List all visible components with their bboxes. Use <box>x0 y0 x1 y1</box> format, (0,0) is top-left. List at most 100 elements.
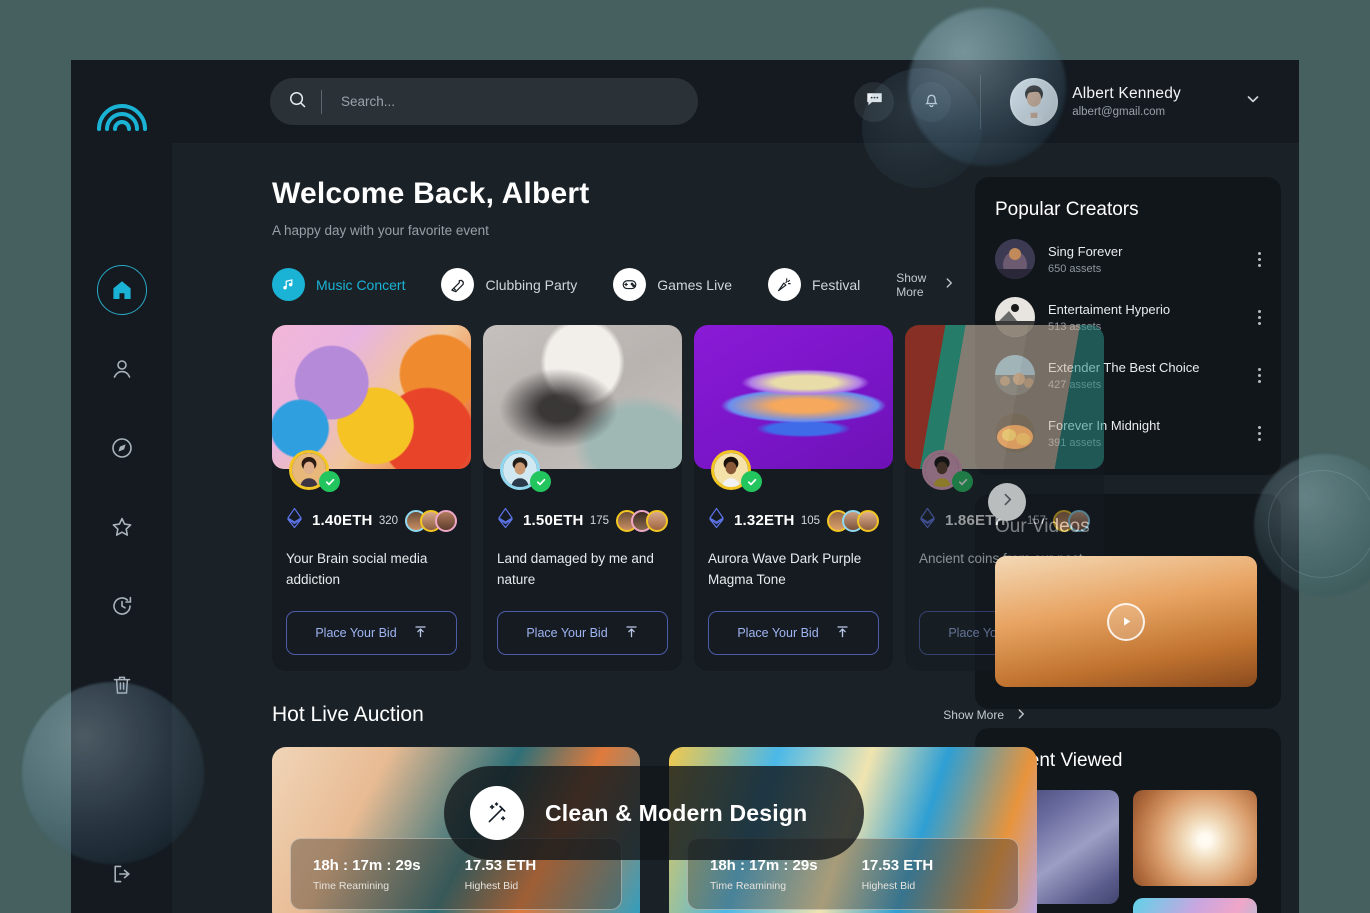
place-bid-button[interactable]: Place Your Bid <box>708 611 879 656</box>
category-festival[interactable]: Festival <box>768 268 860 301</box>
bidder-avatars <box>1053 509 1090 532</box>
bidder-avatars <box>616 509 668 532</box>
recent-viewed-thumbnail[interactable] <box>1133 790 1257 886</box>
creator-list-item[interactable]: Sing Forever 650 assets <box>995 239 1261 279</box>
rainbow-logo-icon[interactable] <box>94 85 150 131</box>
creator-avatar <box>995 239 1035 279</box>
app-window: Albert Kennedy albert@gmail.com Welcome … <box>71 60 1299 913</box>
place-bid-label: Place Your Bid <box>737 626 819 641</box>
nft-title: Land damaged by me and nature <box>497 551 654 587</box>
clock-rotate-icon <box>110 594 134 618</box>
verified-badge-icon <box>741 471 762 492</box>
categories-show-more[interactable]: Show More <box>896 271 956 299</box>
page-subtitle: A happy day with your favorite event <box>272 223 489 238</box>
place-bid-button[interactable]: Place Your Bid <box>497 611 668 656</box>
nft-price: 1.32ETH <box>734 512 795 529</box>
creator-assets: 650 assets <box>1048 262 1102 275</box>
carousel-next-button[interactable] <box>988 483 1026 521</box>
category-games-live[interactable]: Games Live <box>613 268 732 301</box>
more-vertical-icon[interactable] <box>1258 425 1261 441</box>
nft-card[interactable]: 1.50ETH 175 Land damaged by me and natur… <box>483 325 682 672</box>
category-music-concert[interactable]: Music Concert <box>272 268 405 301</box>
confetti-icon <box>768 268 801 301</box>
auction-show-more[interactable]: Show More <box>943 707 1028 724</box>
auction-time-cell: 18h : 17m : 29s Time Reamining <box>710 857 818 892</box>
auction-bid-cell: 17.53 ETH Highest Bid <box>862 857 934 892</box>
bidder-avatars <box>405 509 457 532</box>
nft-image <box>694 325 893 492</box>
place-bid-button[interactable]: Place Your Bid <box>286 611 457 656</box>
chevron-right-icon <box>1014 707 1028 724</box>
category-label: Music Concert <box>316 276 406 293</box>
nft-title: Aurora Wave Dark Purple Magma Tone <box>708 551 862 587</box>
nft-image <box>483 325 682 492</box>
auction-title: Hot Live Auction <box>272 703 424 727</box>
notifications-button[interactable] <box>911 81 952 122</box>
party-horn-icon <box>441 268 475 301</box>
show-more-label: Show More <box>943 708 1004 723</box>
nft-card[interactable]: 1.32ETH 105 Aurora Wave Dark Purple Magm… <box>694 325 893 672</box>
verified-badge-icon <box>319 471 340 492</box>
nft-card-list: 1.40ETH 320 Your Brain social media addi… <box>272 325 1104 672</box>
header-actions: Albert Kennedy albert@gmail.com <box>854 74 1263 129</box>
auction-bid-value: 17.53 ETH <box>861 856 934 874</box>
ethereum-icon <box>708 507 725 534</box>
left-sidebar <box>71 60 172 913</box>
search-divider <box>321 89 322 114</box>
sidebar-item-favorites[interactable] <box>97 502 147 552</box>
sidebar-item-home[interactable] <box>96 265 147 315</box>
design-badge: Clean & Modern Design <box>444 766 864 860</box>
home-icon <box>110 278 134 302</box>
nft-bid-count: 105 <box>800 514 820 527</box>
user-name: Albert Kennedy <box>1072 85 1181 102</box>
design-badge-text: Clean & Modern Design <box>545 799 808 826</box>
top-header: Albert Kennedy albert@gmail.com <box>172 60 1299 143</box>
avatar[interactable] <box>1010 77 1059 126</box>
trash-icon <box>110 673 134 697</box>
music-note-icon <box>272 268 305 301</box>
video-thumbnail[interactable] <box>995 556 1257 687</box>
auction-bid-cell: 17.53 ETH Highest Bid <box>465 857 537 892</box>
messages-button[interactable] <box>854 81 895 122</box>
user-email: albert@gmail.com <box>1072 106 1166 118</box>
place-bid-label: Place Your Bid <box>315 626 397 641</box>
chevron-right-icon <box>999 491 1016 513</box>
more-vertical-icon[interactable] <box>1258 367 1261 383</box>
nft-image <box>905 325 1104 492</box>
nft-bid-count: 320 <box>378 514 398 527</box>
compass-icon <box>110 436 134 460</box>
sidebar-item-explore[interactable] <box>97 423 147 473</box>
nft-bid-count: 175 <box>589 514 609 527</box>
place-bid-label: Place Your Bid <box>526 626 608 641</box>
more-vertical-icon[interactable] <box>1258 309 1261 325</box>
category-label: Games Live <box>657 276 732 293</box>
search-input[interactable] <box>341 94 671 109</box>
recent-viewed-thumbnail[interactable] <box>1133 898 1257 913</box>
nft-image <box>272 325 471 492</box>
arrow-up-icon <box>624 624 639 642</box>
sidebar-nav <box>96 265 147 710</box>
bidder-avatars <box>827 509 879 532</box>
more-vertical-icon[interactable] <box>1258 251 1261 267</box>
sidebar-item-history[interactable] <box>97 581 147 631</box>
verified-badge-icon <box>530 471 551 492</box>
sidebar-item-profile[interactable] <box>97 344 147 394</box>
user-info: Albert Kennedy albert@gmail.com <box>1072 85 1181 118</box>
sidebar-item-trash[interactable] <box>97 660 147 710</box>
nft-price-row: 1.32ETH 105 <box>708 507 879 534</box>
ethereum-icon <box>919 507 936 534</box>
header-divider <box>980 74 982 129</box>
nft-card[interactable]: 1.40ETH 320 Your Brain social media addi… <box>272 325 471 672</box>
recent-viewed-column <box>1133 790 1257 913</box>
category-label: Clubbing Party <box>485 276 578 293</box>
bell-icon <box>922 90 941 114</box>
search-bar[interactable] <box>270 78 698 125</box>
show-more-label: Show More <box>896 270 927 299</box>
creator-name: Sing Forever <box>1048 243 1123 259</box>
user-icon <box>110 357 134 381</box>
sidebar-item-logout[interactable] <box>97 849 147 899</box>
play-icon[interactable] <box>1107 602 1145 641</box>
chevron-down-icon[interactable] <box>1243 89 1263 114</box>
category-clubbing-party[interactable]: Clubbing Party <box>441 268 577 301</box>
ethereum-icon <box>286 507 303 534</box>
